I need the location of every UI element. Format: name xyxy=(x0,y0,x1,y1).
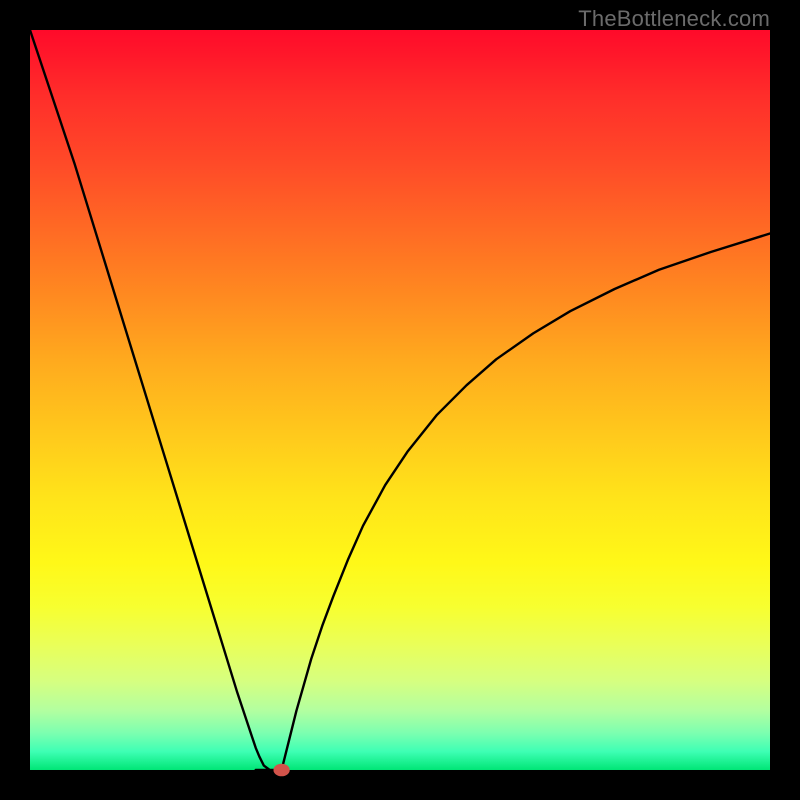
minimum-marker xyxy=(273,764,289,777)
bottleneck-curve xyxy=(30,30,770,770)
watermark-text: TheBottleneck.com xyxy=(578,6,770,32)
chart-frame: TheBottleneck.com xyxy=(0,0,800,800)
plot-area xyxy=(30,30,770,770)
curve-svg xyxy=(30,30,770,770)
